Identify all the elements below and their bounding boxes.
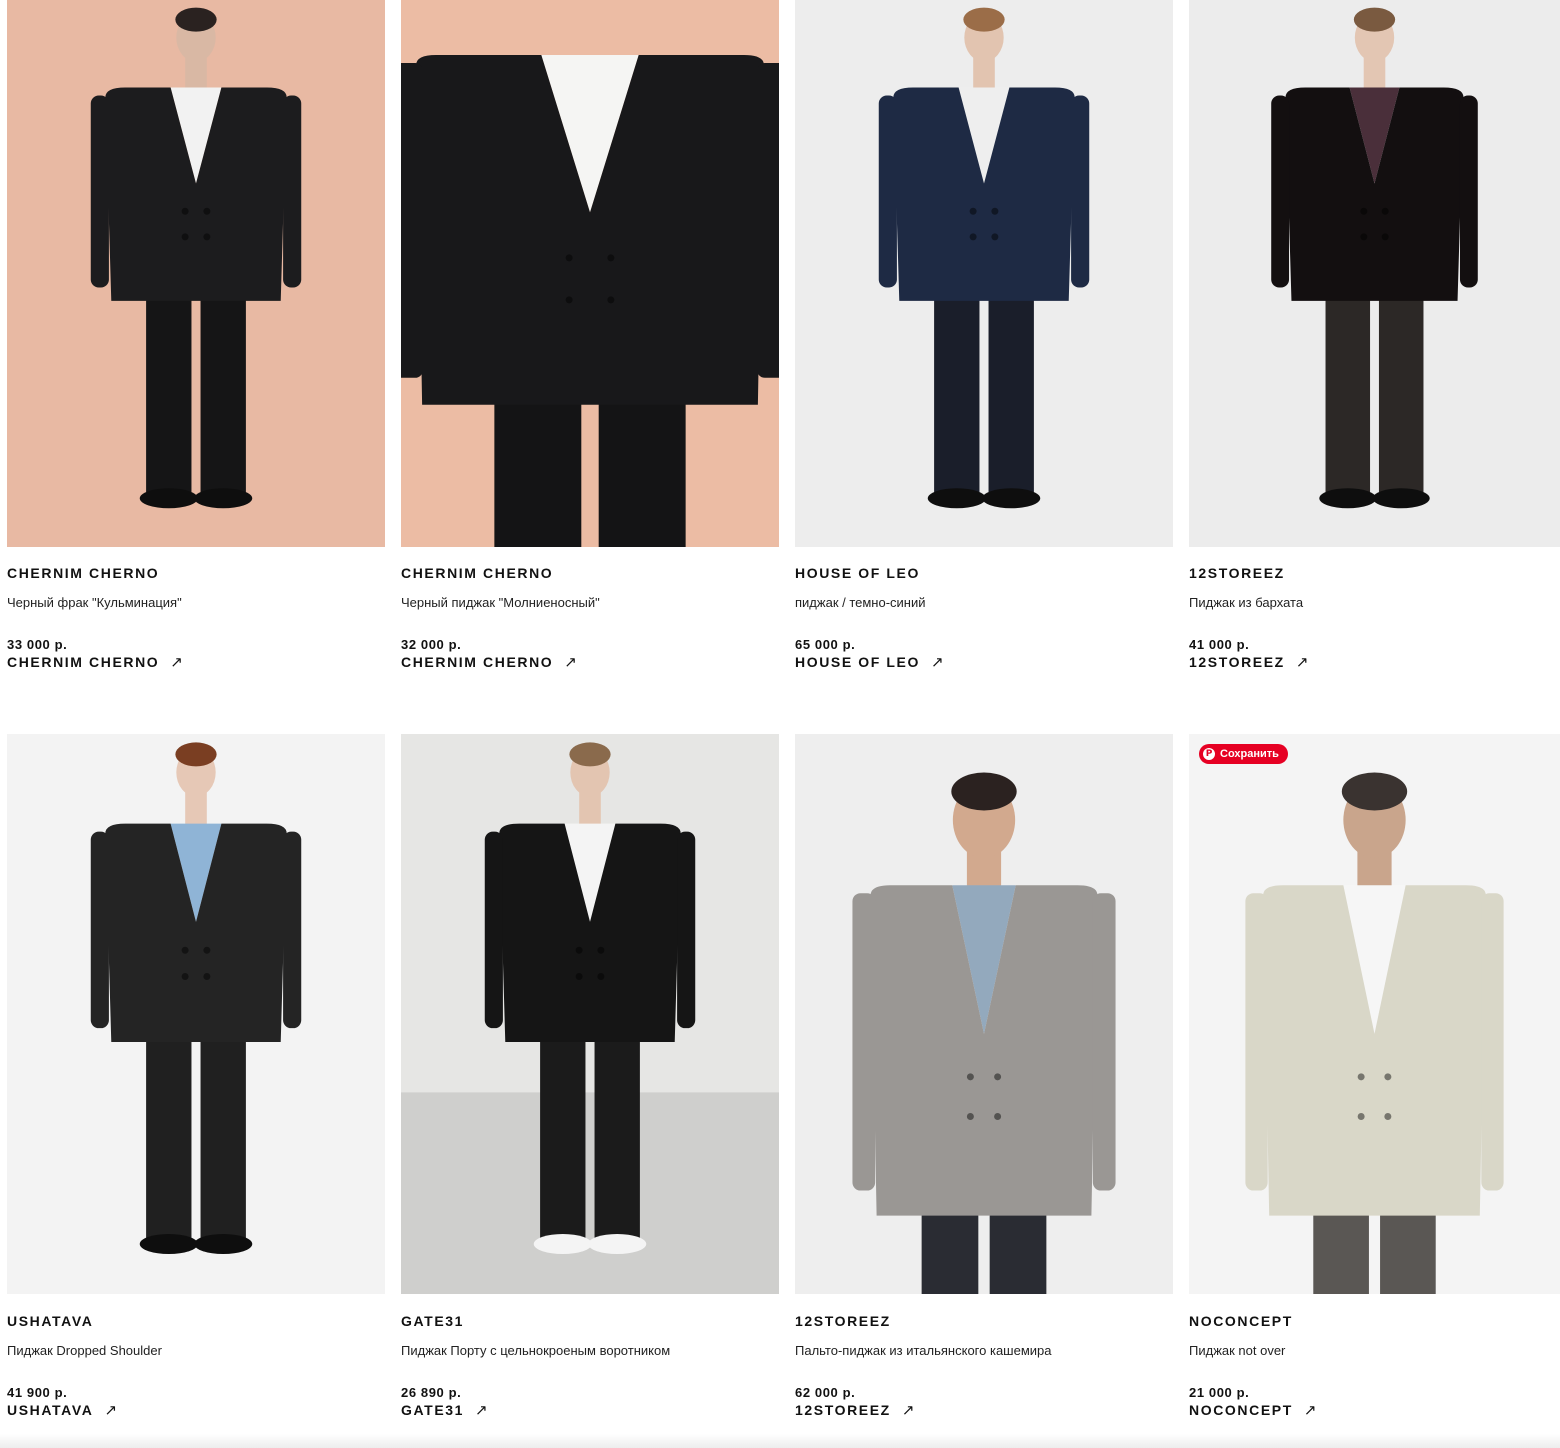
product-photo[interactable] [401,734,779,1294]
shop-link[interactable]: 12STOREEZ ↗ [1189,654,1308,671]
product-title[interactable]: Пиджак not over [1189,1343,1560,1359]
shop-link[interactable]: CHERNIM CHERNO ↗ [401,654,577,671]
shop-link-label: USHATAVA [7,1402,94,1418]
shop-link-label: HOUSE OF LEO [795,654,920,670]
product-price: 21 000 р. [1189,1385,1250,1400]
shop-link-label: 12STOREEZ [795,1402,891,1418]
shop-link-label: CHERNIM CHERNO [401,654,554,670]
bottom-fade [0,1434,1560,1448]
product-card[interactable]: P Сохранить NOCONCEPT Пиджак not over 21… [1189,734,1560,1420]
product-card[interactable]: CHERNIM CHERNO Черный фрак "Кульминация"… [7,0,385,672]
pinterest-save-button[interactable]: P Сохранить [1199,744,1288,764]
product-price: 62 000 р. [795,1385,856,1400]
product-card[interactable]: CHERNIM CHERNO Черный пиджак "Молниеносн… [401,0,779,672]
model-illustration [401,0,779,547]
shop-link[interactable]: CHERNIM CHERNO ↗ [7,654,183,671]
product-title[interactable]: Пиджак Dropped Shoulder [7,1343,385,1359]
shop-link[interactable]: NOCONCEPT ↗ [1189,1402,1316,1419]
product-photo[interactable] [7,0,385,547]
product-brand[interactable]: USHATAVA [7,1313,385,1330]
shop-link[interactable]: HOUSE OF LEO ↗ [795,654,944,671]
model-illustration [401,734,779,1294]
product-grid-row-1: CHERNIM CHERNO Черный фрак "Кульминация"… [7,0,1560,672]
product-price: 41 000 р. [1189,637,1250,652]
shop-link[interactable]: GATE31 ↗ [401,1402,488,1419]
shop-link-label: CHERNIM CHERNO [7,654,160,670]
product-price: 33 000 р. [7,637,68,652]
product-brand[interactable]: CHERNIM CHERNO [7,565,385,582]
product-brand[interactable]: 12STOREEZ [795,1313,1173,1330]
external-link-arrow-icon: ↗ [1295,654,1309,671]
external-link-arrow-icon: ↗ [170,654,183,671]
shop-link[interactable]: USHATAVA ↗ [7,1402,117,1419]
product-brand[interactable]: HOUSE OF LEO [795,565,1173,582]
product-brand[interactable]: 12STOREEZ [1189,565,1560,582]
model-illustration [1189,734,1560,1294]
product-brand[interactable]: GATE31 [401,1313,779,1330]
product-price: 26 890 р. [401,1385,462,1400]
external-link-arrow-icon: ↗ [901,1402,915,1419]
product-photo[interactable] [795,0,1173,547]
product-brand[interactable]: CHERNIM CHERNO [401,565,779,582]
product-price: 41 900 р. [7,1385,68,1400]
product-card[interactable]: 12STOREEZ Пальто-пиджак из итальянского … [795,734,1173,1420]
product-title[interactable]: Пальто-пиджак из итальянского кашемира [795,1343,1173,1359]
product-price: 32 000 р. [401,637,462,652]
product-photo[interactable] [795,734,1173,1294]
pinterest-icon: P [1203,748,1215,760]
shop-link-label: 12STOREEZ [1189,654,1285,670]
model-illustration [795,734,1173,1294]
external-link-arrow-icon: ↗ [931,654,944,671]
product-title[interactable]: Черный фрак "Кульминация" [7,595,385,611]
product-photo[interactable]: P Сохранить [1189,734,1560,1294]
shop-link[interactable]: 12STOREEZ ↗ [795,1402,914,1419]
product-card[interactable]: HOUSE OF LEO пиджак / темно-синий 65 000… [795,0,1173,672]
product-photo[interactable] [1189,0,1560,547]
pinterest-save-label: Сохранить [1220,748,1279,760]
model-illustration [7,0,385,547]
product-price: 65 000 р. [795,637,856,652]
product-title[interactable]: Черный пиджак "Молниеносный" [401,595,779,611]
shop-link-label: NOCONCEPT [1189,1402,1293,1418]
product-title[interactable]: Пиджак Порту с цельнокроеным воротником [401,1343,779,1359]
external-link-arrow-icon: ↗ [104,1402,118,1419]
product-photo[interactable] [7,734,385,1294]
product-card[interactable]: GATE31 Пиджак Порту с цельнокроеным воро… [401,734,779,1420]
external-link-arrow-icon: ↗ [1303,1402,1317,1419]
model-illustration [1189,0,1560,547]
product-card[interactable]: USHATAVA Пиджак Dropped Shoulder 41 900 … [7,734,385,1420]
product-card[interactable]: 12STOREEZ Пиджак из бархата 41 000 р. 12… [1189,0,1560,672]
product-title[interactable]: пиджак / темно-синий [795,595,1173,611]
product-grid-row-2: USHATAVA Пиджак Dropped Shoulder 41 900 … [7,734,1560,1420]
product-title[interactable]: Пиджак из бархата [1189,595,1560,611]
external-link-arrow-icon: ↗ [564,654,577,671]
external-link-arrow-icon: ↗ [475,1402,488,1419]
product-photo[interactable] [401,0,779,547]
model-illustration [7,734,385,1294]
product-brand[interactable]: NOCONCEPT [1189,1313,1560,1330]
model-illustration [795,0,1173,547]
shop-link-label: GATE31 [401,1402,465,1418]
